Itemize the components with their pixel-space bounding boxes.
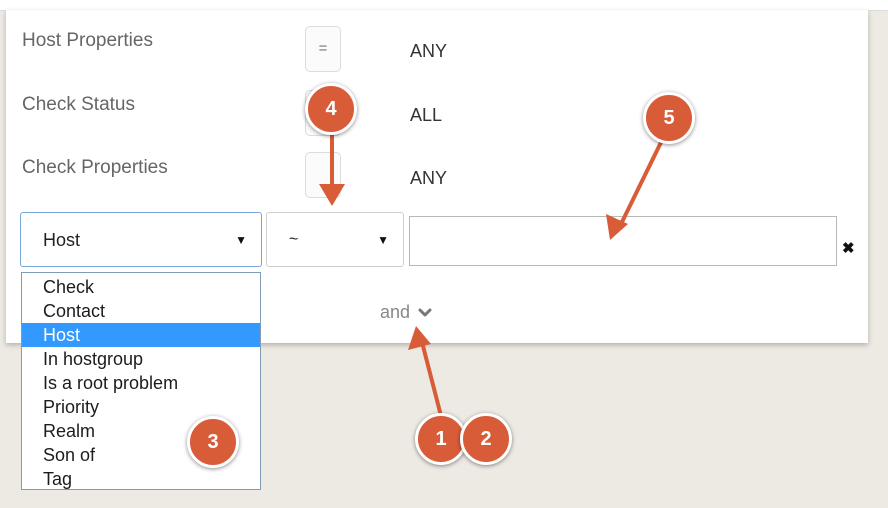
host-properties-value: ANY [410,41,448,61]
and-label: and [380,302,411,322]
check-status-value: ALL [410,105,443,125]
dropdown-option-priority[interactable]: Priority [22,395,260,419]
check-properties-value: ANY [410,168,448,188]
annotation-arrow-1 [421,344,442,414]
dropdown-option-in-hostgroup[interactable]: In hostgroup [22,347,260,371]
dropdown-option-check[interactable]: Check [22,275,260,299]
chevron-down-icon [418,308,432,317]
host-properties-operator[interactable]: = [305,26,341,72]
field-select[interactable]: Host ▼ [20,212,262,267]
dropdown-option-host[interactable]: Host [22,323,260,347]
callout-2: 2 [460,413,512,465]
operator-select-value: ~ [289,231,299,248]
check-status-label: Check Status [22,94,135,115]
dropdown-arrow-icon: ▼ [377,233,389,247]
check-properties-operator[interactable] [305,152,341,198]
callout-3: 3 [187,416,239,468]
times-icon[interactable]: ✖ [842,239,855,257]
host-properties-label: Host Properties [22,30,153,51]
operator-select[interactable]: ~ ▼ [266,212,404,267]
callout-5: 5 [643,92,695,144]
check-properties-label: Check Properties [22,157,168,178]
and-toggle-button[interactable]: and [380,302,432,323]
callout-4: 4 [305,83,357,135]
dropdown-option-tag[interactable]: Tag [22,467,260,491]
filter-value-input[interactable] [409,216,837,266]
dropdown-option-contact[interactable]: Contact [22,299,260,323]
dropdown-option-is-a-root-problem[interactable]: Is a root problem [22,371,260,395]
field-select-value: Host [43,230,81,250]
dropdown-arrow-icon: ▼ [235,233,247,247]
